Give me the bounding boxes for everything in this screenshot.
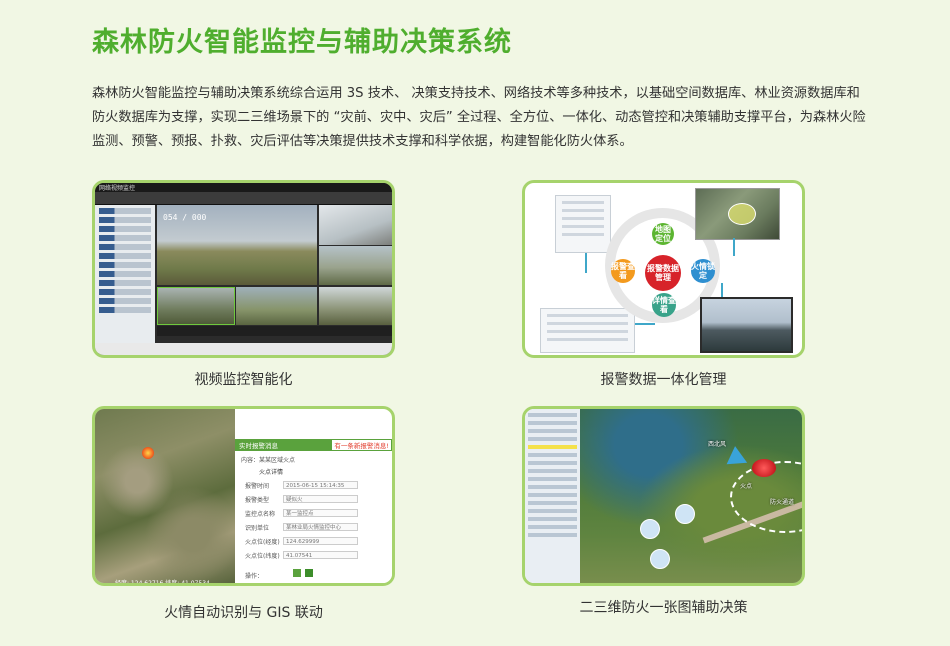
field-label: 监控点名称 (245, 511, 276, 518)
field-label: 火点位(经度) (245, 539, 280, 546)
flow-arrow (721, 283, 723, 297)
longitude-field[interactable]: 124.629999 (283, 537, 358, 545)
latitude-field[interactable]: 41.07541 (283, 551, 358, 559)
window-title: 网络视频监控 (99, 185, 136, 192)
field-label: 火点位(纬度) (245, 553, 280, 560)
caption-map: 二三维防火一张图辅助决策 (579, 600, 748, 616)
field-label: 报警时间 (245, 483, 270, 490)
3d-map-view[interactable]: 西北风 火点 防火通道 (580, 409, 802, 583)
playback-controls (157, 326, 392, 336)
alarm-management-diagram: 地图定位 报警数据管理 火情锁定 详情查看 报警查看 (522, 180, 805, 358)
flow-arrow (733, 238, 735, 256)
locate-icon[interactable] (293, 569, 301, 577)
unit-field[interactable]: 某林业局火情监控中心 (283, 523, 358, 531)
video-feed (319, 287, 392, 325)
flow-arrow (635, 323, 655, 325)
node-detail-view: 详情查看 (652, 293, 676, 317)
video-osd: 054 / 000 (163, 213, 207, 222)
fire-photo (695, 188, 780, 240)
video-monitor-screenshot: 网络视频监控 054 / 000 (92, 180, 395, 358)
page-title: 森林防火智能监控与辅助决策系统 (92, 27, 512, 58)
wind-label: 西北风 (708, 441, 727, 448)
camera-tree (95, 205, 155, 353)
flow-arrow (585, 253, 587, 273)
satellite-map: 经度: 124.62716 纬度: 41.07534 (95, 409, 235, 586)
fire-gis-screenshot: 经度: 124.62716 纬度: 41.07534 实时报警消息 有一条新报警… (92, 406, 395, 586)
alert-form-header: 实时报警消息 有一条新报警消息! (235, 439, 392, 451)
window-titlebar: 网络视频监控 (95, 183, 392, 192)
alarm-type-select[interactable]: 疑似火 (283, 495, 358, 503)
wind-direction-icon (726, 446, 752, 472)
decision-map-screenshot: 西北风 火点 防火通道 (522, 406, 805, 586)
video-feed (319, 246, 392, 285)
field-label: 识别单位 (245, 525, 270, 532)
resource-icon[interactable] (650, 549, 670, 569)
camera-photo (700, 297, 793, 353)
alert-section-title: 火点详情 (259, 469, 284, 476)
caption-alarm: 报警数据一体化管理 (600, 372, 727, 388)
caption-fire: 火情自动识别与 GIS 联动 (164, 605, 323, 621)
node-alarm-view: 报警查看 (611, 259, 635, 283)
node-map-locate: 地图定位 (652, 223, 674, 245)
alarm-list-panel (555, 195, 611, 253)
node-alarm-manage: 报警数据管理 (645, 255, 681, 291)
alert-form-title: 实时报警消息 (239, 442, 278, 450)
intro-paragraph: 森林防火智能监控与辅助决策系统综合运用 3S 技术、 决策支持技术、网络技术等多… (92, 86, 866, 149)
actions-label: 操作： (245, 573, 264, 580)
node-fire-lock: 火情锁定 (691, 259, 715, 283)
fire-marker-icon[interactable] (142, 447, 154, 459)
coordinate-readout: 经度: 124.62716 纬度: 41.07534 (115, 580, 210, 586)
alarm-detail-panel (540, 308, 635, 353)
resource-icon[interactable] (675, 504, 695, 524)
video-feed (319, 205, 392, 245)
video-feed (157, 287, 235, 325)
confirm-icon[interactable] (305, 569, 313, 577)
status-bar (95, 343, 392, 355)
layer-panel (525, 409, 580, 583)
alert-location: 内容：某某区域火点 (241, 457, 296, 464)
monitor-name-field[interactable]: 某一监控点 (283, 509, 358, 517)
fire-label: 火点 (740, 483, 753, 490)
field-label: 报警类型 (245, 497, 270, 504)
video-feed (236, 287, 317, 325)
resource-icon[interactable] (640, 519, 660, 539)
new-alert-badge: 有一条新报警消息! (332, 440, 391, 450)
main-video-feed: 054 / 000 (157, 205, 317, 285)
menu-bar (95, 192, 392, 205)
caption-video: 视频监控智能化 (194, 372, 293, 388)
alarm-time-field[interactable]: 2015-06-15 15:14:35 (283, 481, 358, 489)
route-label: 防火通道 (770, 499, 795, 506)
fire-point-icon[interactable] (752, 459, 776, 477)
